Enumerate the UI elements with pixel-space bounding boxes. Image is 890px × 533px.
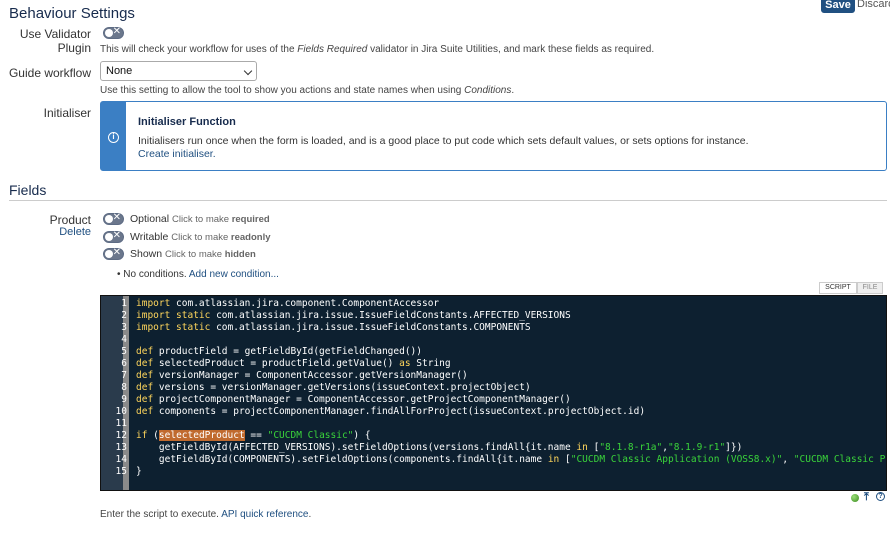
info-icon: i xyxy=(108,132,119,143)
guide-workflow-value: None xyxy=(106,65,133,77)
status-ok-icon[interactable] xyxy=(851,494,859,502)
code-lines: import com.atlassian.jira.component.Comp… xyxy=(136,298,886,478)
add-condition-link[interactable]: Add new condition... xyxy=(189,269,279,280)
code-line-15: } xyxy=(136,466,142,477)
initialiser-label: Initialiser xyxy=(43,106,91,120)
script-editor[interactable]: 1 2 3 4 5 6 7 8 9 10 11 12 13 14 15 import com.atlassi… xyxy=(100,295,887,491)
discard-link[interactable]: Discard xyxy=(857,0,890,10)
x-icon: ✕ xyxy=(112,212,121,223)
initialiser-panel: i Initialiser Function Initialisers run … xyxy=(100,101,887,171)
line-number: 1 xyxy=(121,298,127,309)
guide-help: Use this setting to allow the tool to sh… xyxy=(100,85,515,96)
code-line-5: def productField = getFieldById(getField… xyxy=(136,346,422,357)
optional-row: Optional Click to make required xyxy=(130,213,270,225)
code-line-14: getFieldById(COMPONENTS).setFieldOptions… xyxy=(136,454,886,465)
editor-footer: Enter the script to execute. API quick r… xyxy=(100,509,312,520)
code-line-12: if (selectedProduct == "CUCDM Classic") … xyxy=(136,430,371,441)
chevron-down-icon xyxy=(243,66,253,76)
line-numbers: 1 2 3 4 5 6 7 8 9 10 11 12 13 14 15 xyxy=(107,298,127,478)
guide-workflow-select[interactable]: None xyxy=(100,61,257,81)
code-line-6: def selectedProduct = productField.getVa… xyxy=(136,358,451,369)
code-line-2: import static com.atlassian.jira.issue.I… xyxy=(136,310,571,321)
code-line-13: getFieldById(AFFECTED_VERSIONS).setField… xyxy=(136,442,743,453)
line-number: 9 xyxy=(121,394,127,405)
help-icon[interactable]: ? xyxy=(876,492,885,501)
page-title: Behaviour Settings xyxy=(9,5,135,22)
validator-help: This will check your workflow for uses o… xyxy=(100,44,655,55)
line-number: 2 xyxy=(121,310,127,321)
fields-divider xyxy=(9,200,887,201)
optional-toggle[interactable]: ✕ xyxy=(103,212,124,225)
tab-script[interactable]: SCRIPT xyxy=(819,282,857,294)
line-number: 3 xyxy=(121,322,127,333)
api-reference-link[interactable]: API quick reference xyxy=(221,509,308,520)
code-line-7: def versionManager = ComponentAccessor.g… xyxy=(136,370,468,381)
guide-workflow-label: Guide workflow xyxy=(8,66,91,80)
x-icon: ✕ xyxy=(112,230,121,241)
save-button[interactable]: Save xyxy=(821,0,855,13)
line-number: 11 xyxy=(115,418,127,429)
line-number: 5 xyxy=(121,346,127,357)
line-number: 10 xyxy=(115,406,127,417)
shown-toggle[interactable]: ✕ xyxy=(103,247,124,260)
code-line-9: def projectComponentManager = ComponentA… xyxy=(136,394,571,405)
writable-toggle[interactable]: ✕ xyxy=(103,230,124,243)
x-icon: ✕ xyxy=(112,247,121,258)
conditions-row: • No conditions. Add new condition... xyxy=(117,269,279,280)
validator-label: Use Validator Plugin xyxy=(19,27,91,55)
field-name: Product xyxy=(49,213,91,227)
line-number: 8 xyxy=(121,382,127,393)
line-number: 14 xyxy=(115,454,127,465)
x-icon: ✕ xyxy=(112,26,121,37)
create-initialiser-link[interactable]: Create initialiser. xyxy=(138,148,216,160)
writable-row: Writable Click to make readonly xyxy=(130,231,271,243)
line-number: 15 xyxy=(115,466,127,477)
line-number: 4 xyxy=(121,334,127,345)
delete-field-link[interactable]: Delete xyxy=(0,226,91,238)
code-line-10: def components = projectComponentManager… xyxy=(136,406,646,417)
line-number: 13 xyxy=(115,442,127,453)
tab-file[interactable]: FILE xyxy=(857,282,883,294)
line-number: 7 xyxy=(121,370,127,381)
code-line-3: import static com.atlassian.jira.issue.I… xyxy=(136,322,531,333)
code-line-8: def versions = versionManager.getVersion… xyxy=(136,382,531,393)
validator-toggle[interactable]: ✕ xyxy=(103,26,124,39)
fields-heading: Fields xyxy=(9,182,47,198)
upload-icon[interactable]: ⤒ xyxy=(864,491,869,504)
shown-row: Shown Click to make hidden xyxy=(130,248,256,260)
initialiser-panel-text: Initialisers run once when the form is l… xyxy=(138,135,749,147)
initialiser-panel-title: Initialiser Function xyxy=(138,116,236,128)
search-highlight: selectedProduct xyxy=(158,430,245,441)
line-number: 12 xyxy=(115,430,127,441)
code-line-1: import com.atlassian.jira.component.Comp… xyxy=(136,298,440,309)
line-number: 6 xyxy=(121,358,127,369)
